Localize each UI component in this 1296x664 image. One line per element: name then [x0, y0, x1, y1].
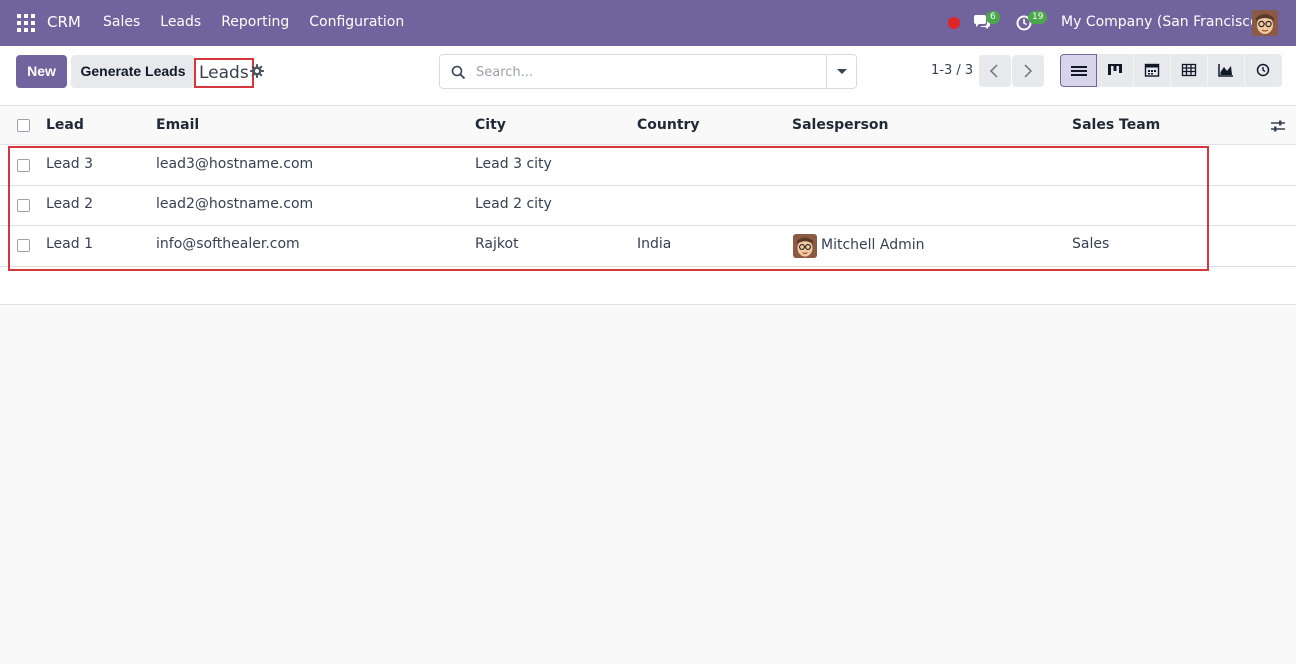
row-checkbox[interactable]: [17, 159, 30, 172]
search-input[interactable]: [476, 61, 816, 83]
search-box: [439, 54, 857, 89]
apps-icon[interactable]: [17, 14, 35, 32]
search-icon: [451, 65, 466, 80]
app-brand[interactable]: CRM: [47, 13, 81, 31]
column-header-lead[interactable]: Lead: [46, 117, 84, 133]
pivot-view-icon: [1181, 63, 1197, 77]
column-header-city[interactable]: City: [475, 117, 506, 133]
activity-view-button[interactable]: [1245, 54, 1282, 87]
column-header-sales-team[interactable]: Sales Team: [1072, 117, 1160, 133]
kanban-view-icon: [1108, 64, 1122, 75]
record-status-dot[interactable]: [948, 17, 960, 29]
email-cell: lead2@hostname.com: [156, 196, 314, 212]
salesperson-cell: Mitchell Admin: [821, 237, 925, 253]
table-row[interactable]: Lead 2 lead2@hostname.com Lead 2 city: [0, 186, 1296, 226]
table-header: Lead Email City Country Salesperson Sale…: [0, 106, 1296, 145]
optional-columns-icon[interactable]: [1270, 118, 1286, 134]
lead-name-cell: Lead 2: [46, 196, 93, 212]
column-header-country[interactable]: Country: [637, 117, 700, 133]
lead-name-cell: Lead 1: [46, 236, 93, 252]
column-header-email[interactable]: Email: [156, 117, 199, 133]
table-row[interactable]: Lead 3 lead3@hostname.com Lead 3 city: [0, 146, 1296, 186]
list-view-icon: [1071, 66, 1087, 76]
table-row[interactable]: Lead 1 info@softhealer.com Rajkot India …: [0, 226, 1296, 267]
activity-view-icon: [1256, 63, 1270, 77]
user-avatar[interactable]: [1252, 10, 1278, 36]
pager-previous-button[interactable]: [979, 55, 1011, 87]
lead-name-cell: Lead 3: [46, 156, 93, 172]
leads-list: Lead Email City Country Salesperson Sale…: [0, 106, 1296, 305]
calendar-view-button[interactable]: [1134, 54, 1171, 87]
city-cell: Lead 2 city: [475, 196, 552, 212]
menu-item-sales[interactable]: Sales: [103, 14, 140, 30]
sales-team-cell: Sales: [1072, 236, 1110, 252]
email-cell: lead3@hostname.com: [156, 156, 314, 172]
control-panel: New Generate Leads Leads 1-3 / 3: [0, 46, 1296, 106]
calendar-view-icon: [1144, 63, 1160, 77]
kanban-view-button[interactable]: [1097, 54, 1134, 87]
country-cell: India: [637, 236, 672, 252]
chevron-right-icon: [1024, 64, 1033, 78]
row-checkbox[interactable]: [17, 239, 30, 252]
generate-leads-button[interactable]: Generate Leads: [71, 55, 195, 88]
graph-view-icon: [1218, 64, 1233, 77]
pivot-view-button[interactable]: [1171, 54, 1208, 87]
pager-value[interactable]: 1-3 / 3: [931, 63, 973, 78]
breadcrumb: Leads: [194, 58, 254, 88]
top-navbar: CRM Sales Leads Reporting Configuration …: [0, 0, 1296, 46]
pager-next-button[interactable]: [1012, 55, 1044, 87]
chevron-left-icon: [989, 64, 998, 78]
menu-item-configuration[interactable]: Configuration: [309, 14, 404, 30]
email-cell: info@softhealer.com: [156, 236, 300, 252]
menu-item-reporting[interactable]: Reporting: [221, 14, 289, 30]
activities-count-badge: 19: [1028, 11, 1048, 24]
company-switcher[interactable]: My Company (San Francisco): [1061, 14, 1264, 30]
new-button[interactable]: New: [16, 55, 67, 88]
gear-icon[interactable]: [250, 64, 264, 78]
caret-down-icon: [837, 69, 847, 74]
select-all-checkbox[interactable]: [17, 119, 30, 132]
city-cell: Rajkot: [475, 236, 519, 252]
messages-count-badge: 6: [986, 11, 1000, 24]
menu-item-leads[interactable]: Leads: [160, 14, 201, 30]
search-options-toggle[interactable]: [826, 55, 856, 88]
graph-view-button[interactable]: [1208, 54, 1245, 87]
row-checkbox[interactable]: [17, 199, 30, 212]
list-view-button[interactable]: [1060, 54, 1097, 87]
main-menu: Sales Leads Reporting Configuration: [103, 14, 424, 30]
column-header-salesperson[interactable]: Salesperson: [792, 117, 889, 133]
salesperson-avatar: [793, 234, 817, 258]
view-switcher: [1060, 54, 1282, 87]
city-cell: Lead 3 city: [475, 156, 552, 172]
